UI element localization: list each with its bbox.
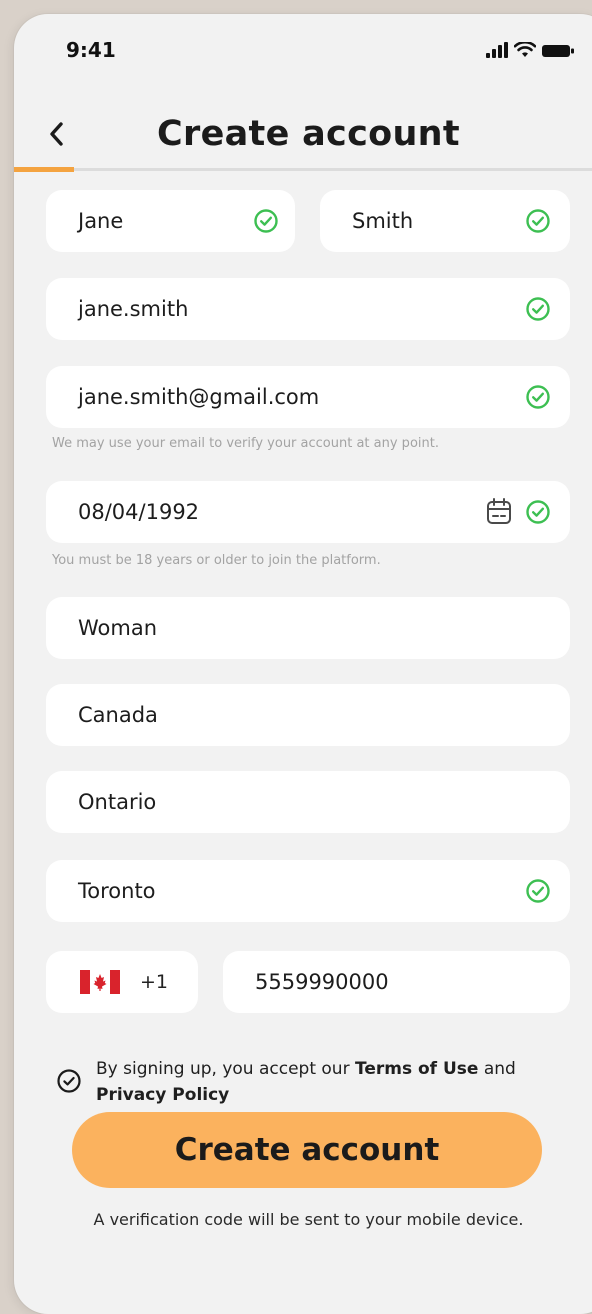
last-name-value: Smith (352, 209, 414, 233)
progress-fill (14, 167, 74, 172)
status-icons (486, 42, 574, 58)
gender-field[interactable]: Woman (46, 597, 570, 659)
check-circle-outline-icon[interactable] (56, 1068, 82, 1094)
birthdate-field[interactable]: 08/04/1992 (46, 481, 570, 543)
city-field[interactable]: Toronto (46, 860, 570, 922)
check-circle-icon (254, 209, 278, 233)
header: Create account (14, 102, 592, 172)
calendar-icon[interactable] (485, 497, 513, 527)
terms-middle: and (478, 1059, 516, 1079)
username-value: jane.smith (78, 297, 189, 321)
country-field[interactable]: Canada (46, 684, 570, 746)
first-name-value: Jane (78, 209, 124, 233)
terms-of-use-link[interactable]: Terms of Use (355, 1059, 478, 1079)
verification-footnote: A verification code will be sent to your… (93, 1210, 524, 1229)
check-circle-icon (526, 879, 550, 903)
page-title: Create account (157, 114, 460, 154)
phone-number-field[interactable]: 5559990000 (223, 951, 570, 1013)
check-circle-icon (526, 209, 550, 233)
check-circle-icon (526, 500, 550, 524)
wifi-icon (514, 42, 536, 57)
email-field[interactable]: jane.smith@gmail.com (46, 366, 570, 428)
gender-value: Woman (78, 616, 158, 640)
province-value: Ontario (78, 790, 157, 814)
birthdate-value: 08/04/1992 (78, 500, 200, 524)
terms-prefix: By signing up, you accept our (96, 1059, 355, 1079)
username-field[interactable]: jane.smith (46, 278, 570, 340)
phone-screen: 9:41 Create account Jane Smith jane.smit… (14, 14, 592, 1314)
status-bar: 9:41 (14, 14, 592, 86)
signal-icon (486, 42, 508, 58)
email-value: jane.smith@gmail.com (78, 385, 320, 409)
create-account-button[interactable]: Create account (72, 1112, 542, 1188)
privacy-policy-link[interactable]: Privacy Policy (96, 1085, 229, 1105)
province-field[interactable]: Ontario (46, 771, 570, 833)
battery-icon (542, 45, 574, 57)
check-circle-icon (526, 297, 550, 321)
email-hint: We may use your email to verify your acc… (52, 436, 439, 451)
canada-flag-icon (80, 970, 120, 994)
city-value: Toronto (78, 879, 156, 903)
phone-code-value: +1 (140, 971, 169, 993)
terms-text: By signing up, you accept our Terms of U… (96, 1056, 576, 1108)
last-name-field[interactable]: Smith (320, 190, 570, 252)
birthdate-hint: You must be 18 years or older to join th… (52, 553, 381, 568)
progress-track (14, 167, 592, 172)
check-circle-icon (526, 385, 550, 409)
first-name-field[interactable]: Jane (46, 190, 295, 252)
country-value: Canada (78, 703, 158, 727)
phone-number-value: 5559990000 (255, 970, 389, 994)
phone-code-selector[interactable]: +1 (46, 951, 198, 1013)
status-time: 9:41 (66, 38, 116, 62)
